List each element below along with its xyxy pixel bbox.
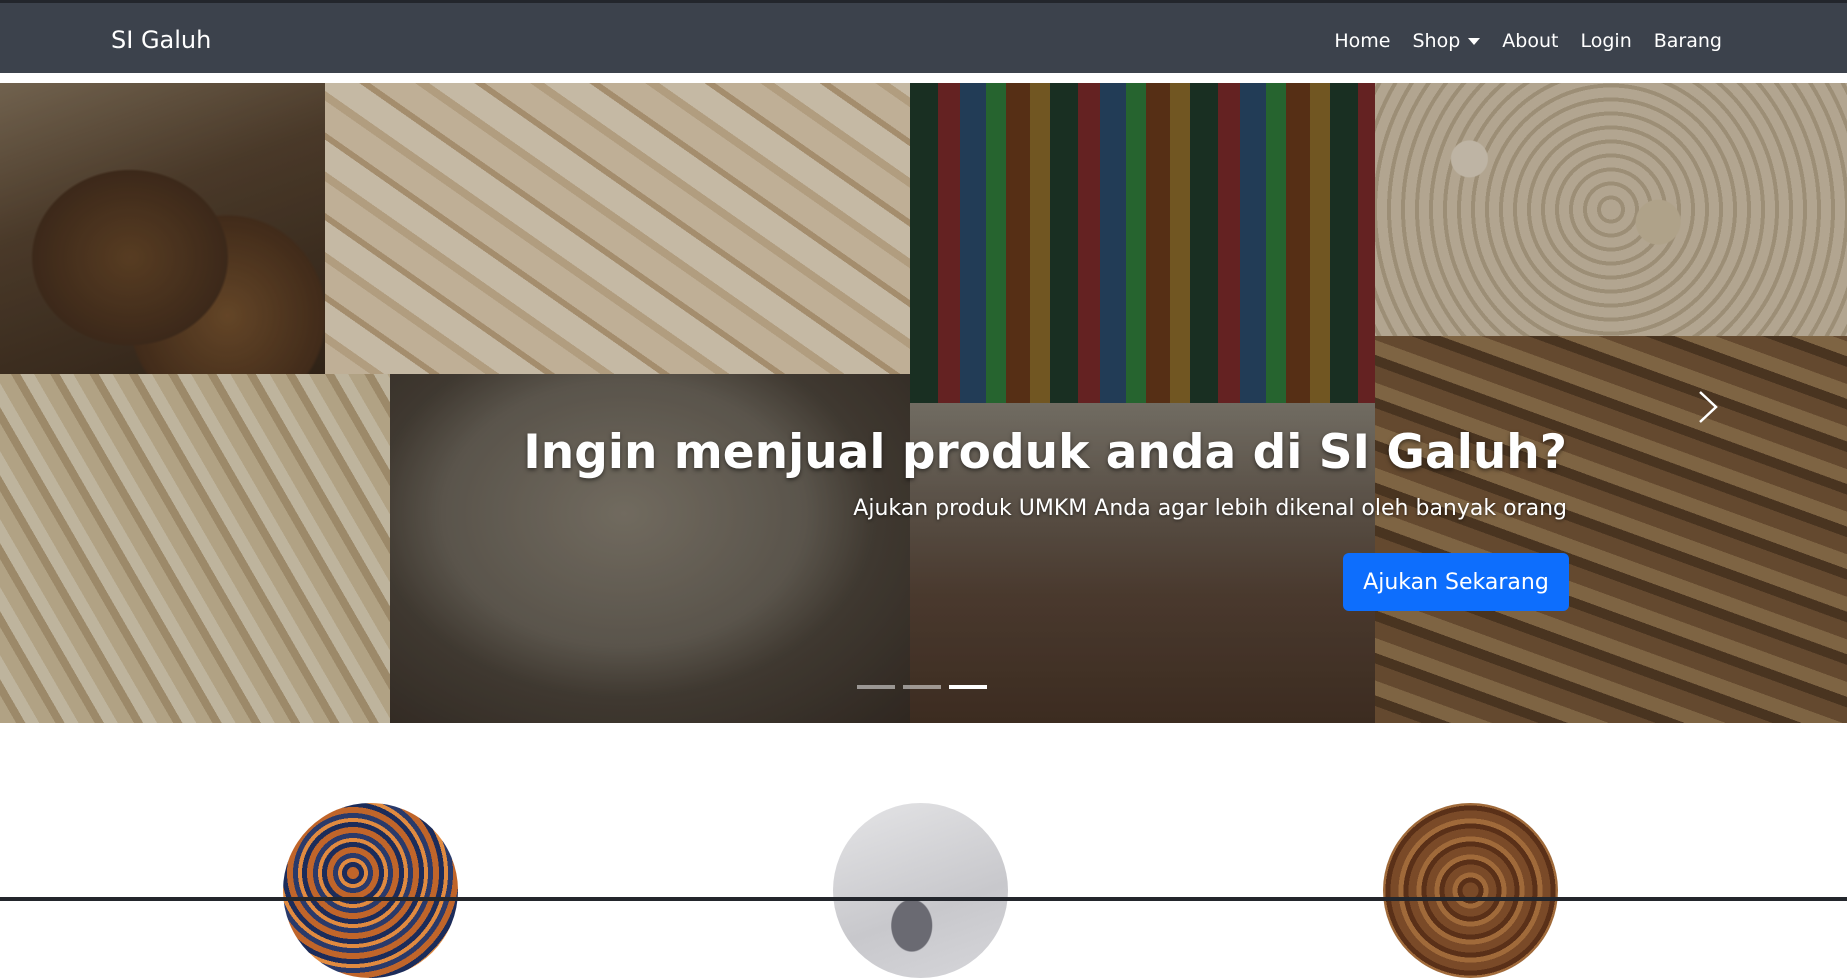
carousel-indicator-2[interactable] [903,685,941,689]
caret-down-icon [1468,37,1481,45]
bottom-edge [0,897,1847,901]
nav-home-label: Home [1334,30,1391,52]
carousel-indicator-1[interactable] [857,685,895,689]
hero-subtitle: Ajukan produk UMKM Anda agar lebih diken… [853,496,1567,521]
carousel-indicators [857,685,987,689]
chevron-right-icon [1699,391,1718,423]
nav-home[interactable]: Home [1334,27,1390,55]
submit-product-button[interactable]: Ajukan Sekarang [1343,553,1569,611]
category-image-exhaust[interactable] [833,803,1008,978]
nav-shop-label: Shop [1412,30,1461,52]
navbar: SI Galuh Home Shop About Login Barang [0,3,1847,73]
nav-about[interactable]: About [1502,27,1558,55]
nav-login[interactable]: Login [1580,27,1631,55]
carousel-caption: Ingin menjual produk anda di SI Galuh? A… [523,423,1567,523]
nav-login-label: Login [1580,30,1632,52]
nav-shop-dropdown[interactable]: Shop [1413,27,1481,55]
brand-link[interactable]: SI Galuh [111,25,211,55]
hero-title: Ingin menjual produk anda di SI Galuh? [523,425,1567,480]
nav-menu: Home Shop About Login Barang [1312,27,1722,55]
carousel-indicator-3[interactable] [949,685,987,689]
nav-barang-label: Barang [1653,30,1722,52]
hero-carousel: Ingin menjual produk anda di SI Galuh? A… [0,83,1847,723]
carousel-next-button[interactable] [1690,385,1726,429]
image-overlay [0,83,1847,723]
category-section [0,803,1847,978]
nav-barang[interactable]: Barang [1654,27,1722,55]
category-image-batik[interactable] [283,803,458,978]
nav-about-label: About [1502,30,1559,52]
category-image-snack[interactable] [1383,803,1558,978]
